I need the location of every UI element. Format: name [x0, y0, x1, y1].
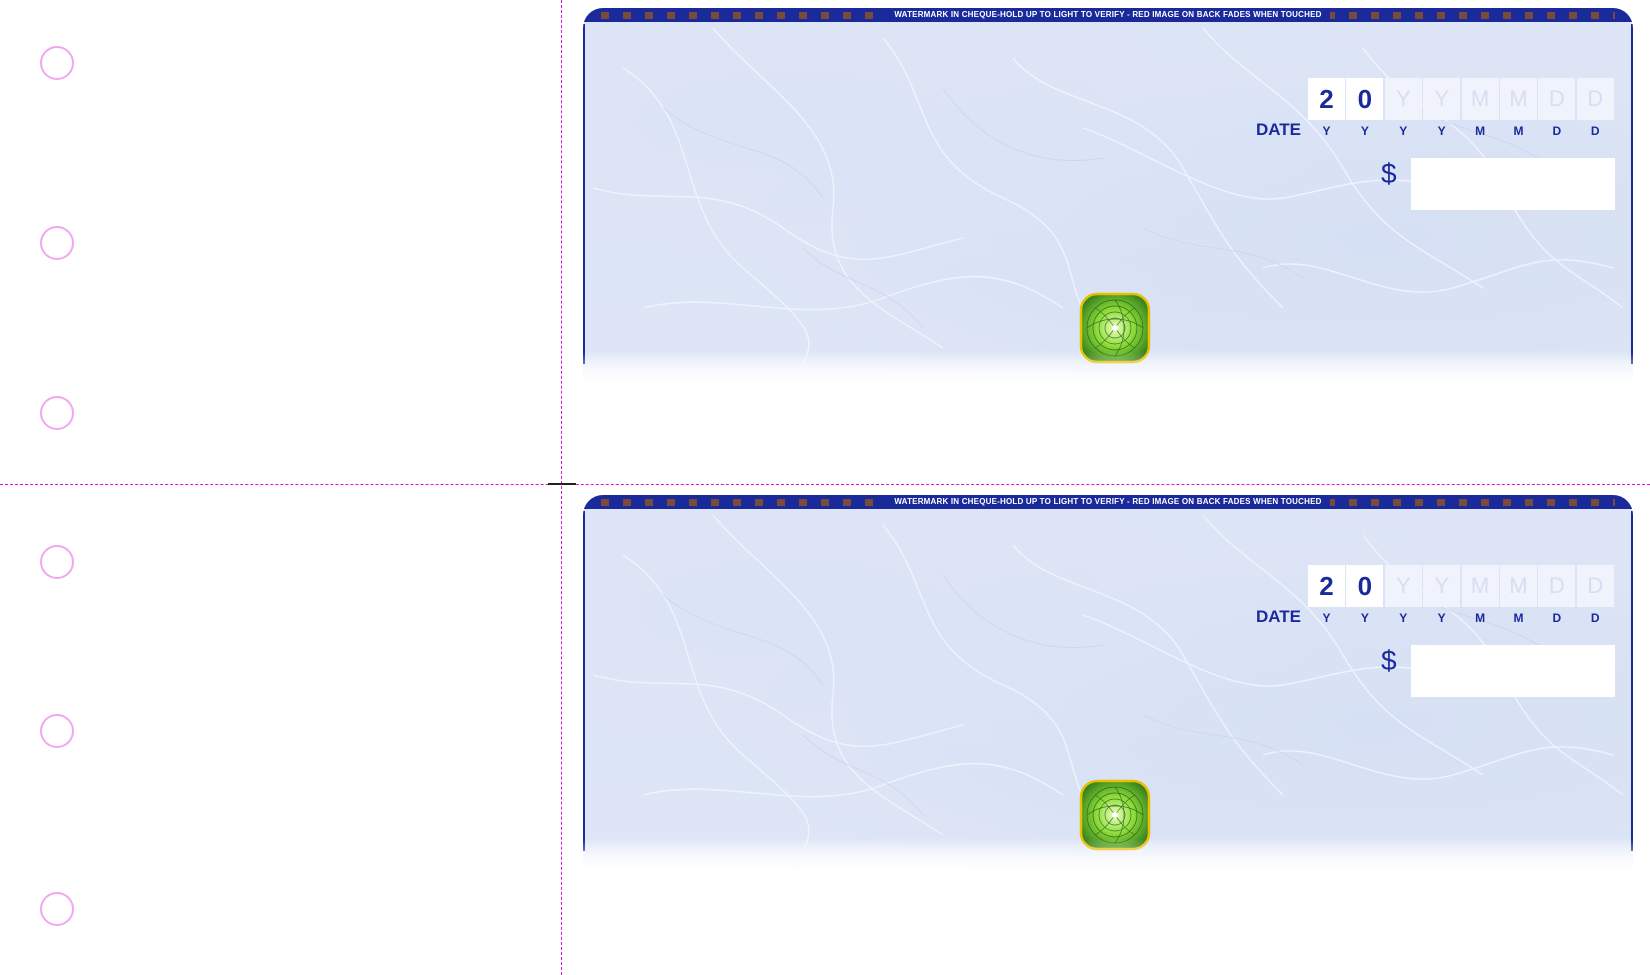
- punch-hole: [40, 226, 74, 260]
- date-format-letter: Y: [1322, 611, 1331, 625]
- date-format-letters: Y Y Y Y M M D D: [1308, 611, 1615, 625]
- date-format-letter: M: [1475, 124, 1486, 138]
- punch-hole: [40, 46, 74, 80]
- cheque-1: WATERMARK IN CHEQUE-HOLD UP TO LIGHT TO …: [583, 8, 1633, 388]
- horizontal-perforation: [0, 484, 1650, 485]
- date-boxes[interactable]: 2 0 Y Y M M D D: [1308, 565, 1615, 607]
- date-boxes[interactable]: 2 0 Y Y M M D D: [1308, 78, 1615, 120]
- date-box[interactable]: D: [1538, 78, 1576, 120]
- date-box[interactable]: D: [1576, 565, 1614, 607]
- date-format-letter: Y: [1399, 611, 1408, 625]
- date-format-letter: M: [1475, 611, 1486, 625]
- date-format-letter: M: [1513, 611, 1524, 625]
- punch-hole: [40, 545, 74, 579]
- date-box[interactable]: M: [1461, 565, 1499, 607]
- security-banner: WATERMARK IN CHEQUE-HOLD UP TO LIGHT TO …: [583, 8, 1633, 22]
- date-format-letter: Y: [1437, 611, 1446, 625]
- cheque-left-border: [583, 24, 585, 364]
- date-format-letter: D: [1552, 611, 1562, 625]
- banner-text: WATERMARK IN CHEQUE-HOLD UP TO LIGHT TO …: [886, 8, 1330, 22]
- date-format-letter: Y: [1399, 124, 1408, 138]
- date-box[interactable]: M: [1461, 78, 1499, 120]
- date-box[interactable]: Y: [1423, 565, 1461, 607]
- punch-hole: [40, 396, 74, 430]
- date-box[interactable]: D: [1576, 78, 1614, 120]
- date-format-letter: D: [1590, 611, 1600, 625]
- cheque-bottom-fade: [583, 839, 1633, 875]
- date-box[interactable]: M: [1499, 78, 1537, 120]
- vertical-perforation: [561, 0, 562, 975]
- date-box[interactable]: Y: [1384, 565, 1422, 607]
- date-format-letter: D: [1590, 124, 1600, 138]
- date-box[interactable]: 2: [1308, 78, 1345, 120]
- dollar-sign: $: [1381, 645, 1397, 676]
- cheque-right-border: [1631, 24, 1633, 364]
- cheque-right-border: [1631, 511, 1633, 851]
- cheque-bottom-fade: [583, 352, 1633, 388]
- date-box[interactable]: 0: [1346, 565, 1384, 607]
- perforation-tick: [548, 483, 576, 485]
- amount-field[interactable]: [1411, 158, 1615, 210]
- date-format-letter: Y: [1360, 124, 1369, 138]
- dollar-sign: $: [1381, 158, 1397, 189]
- security-banner: WATERMARK IN CHEQUE-HOLD UP TO LIGHT TO …: [583, 495, 1633, 509]
- date-format-letter: D: [1552, 124, 1562, 138]
- date-label: DATE: [1255, 607, 1301, 626]
- date-format-letter: Y: [1322, 124, 1331, 138]
- date-box[interactable]: 2: [1308, 565, 1345, 607]
- banner-text: WATERMARK IN CHEQUE-HOLD UP TO LIGHT TO …: [886, 495, 1330, 509]
- date-format-letter: Y: [1360, 611, 1369, 625]
- date-box[interactable]: Y: [1423, 78, 1461, 120]
- punch-hole: [40, 892, 74, 926]
- date-format-letters: Y Y Y Y M M D D: [1308, 124, 1615, 138]
- punch-hole: [40, 714, 74, 748]
- amount-field[interactable]: [1411, 645, 1615, 697]
- date-box[interactable]: Y: [1384, 78, 1422, 120]
- date-label: DATE: [1255, 120, 1301, 139]
- date-box[interactable]: M: [1499, 565, 1537, 607]
- cheque-2: WATERMARK IN CHEQUE-HOLD UP TO LIGHT TO …: [583, 495, 1633, 875]
- date-format-letter: M: [1513, 124, 1524, 138]
- date-box[interactable]: D: [1538, 565, 1576, 607]
- date-box[interactable]: 0: [1346, 78, 1384, 120]
- date-format-letter: Y: [1437, 124, 1446, 138]
- cheque-left-border: [583, 511, 585, 851]
